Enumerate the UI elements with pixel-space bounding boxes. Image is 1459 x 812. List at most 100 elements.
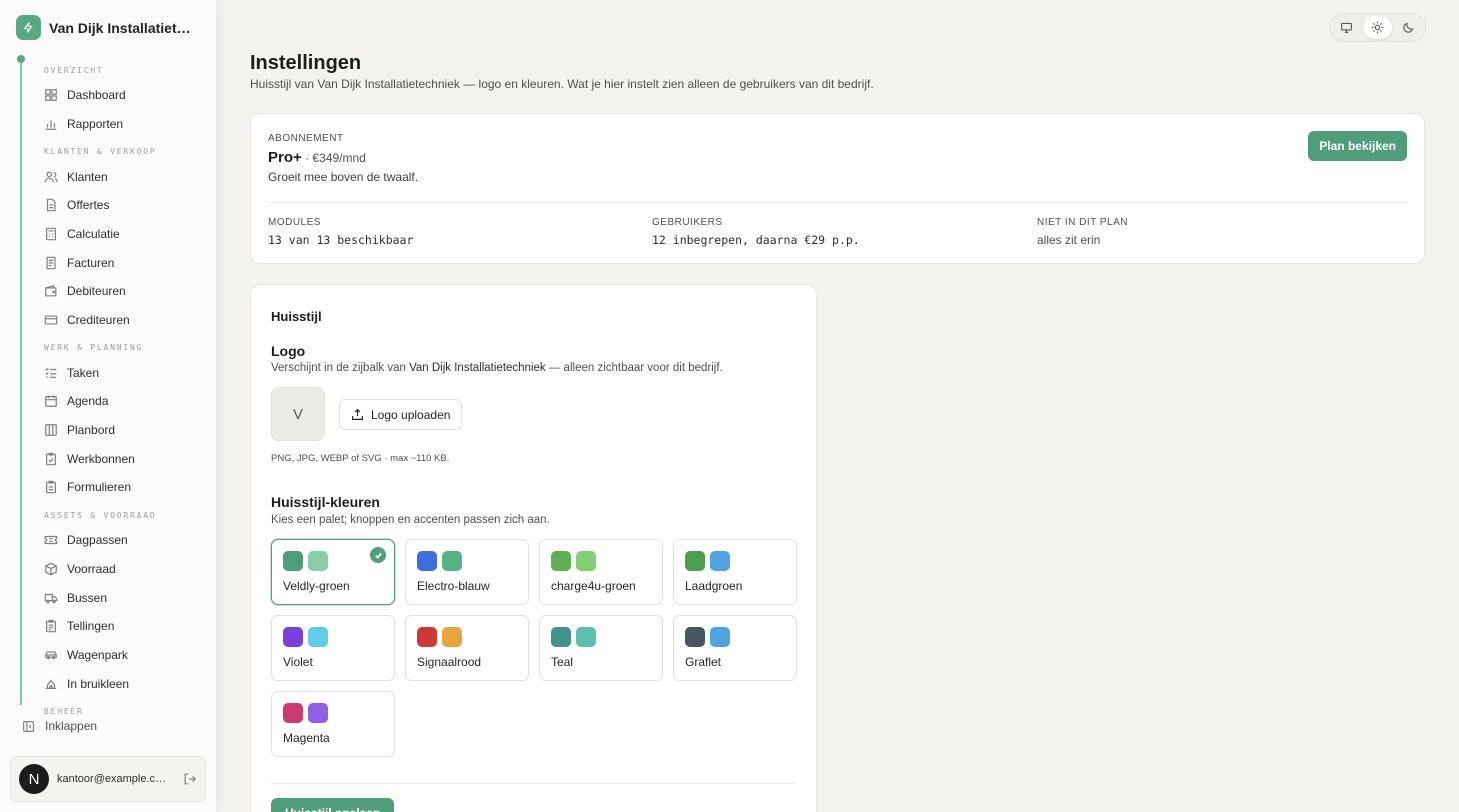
theme-light-button[interactable] [1363,16,1392,39]
theme-dark-button[interactable] [1394,16,1423,39]
user-email: kantoor@example.com [57,773,167,785]
box-icon [45,562,57,576]
palette-option[interactable]: Laadgroen [673,539,797,605]
logo-desc-company: Van Dijk Installatietechniek [409,362,546,374]
stat-label: MODULES [268,217,321,228]
sidebar-item-label: Wagenpark [67,648,128,662]
sidebar-item-label: In bruikleen [67,677,130,691]
car-icon [45,651,57,660]
divider [268,202,1407,203]
collapse-label: Inklappen [45,719,98,733]
board-icon [45,424,57,436]
handover-icon [45,679,57,689]
logo-title: Logo [271,343,306,359]
sidebar-item-klanten[interactable]: Klanten [44,167,108,187]
checkmark-icon [370,547,386,563]
sidebar-item-label: Bussen [67,591,108,605]
palette-option[interactable]: Teal [539,615,663,681]
plan-stat-not-included: NIET IN DIT PLAN alles zit erin [1037,217,1128,247]
logo-preview: V [271,387,325,441]
checklist-icon [45,367,57,378]
sun-icon [1371,21,1384,34]
sidebar-item-label: Klanten [67,170,108,184]
upload-logo-button[interactable]: Logo uploaden [339,399,463,430]
sidebar-item-werkbonnen[interactable]: Werkbonnen [44,449,135,469]
bar-chart-icon [45,120,57,130]
nav-section-overzicht: OVERZICHT [44,66,104,75]
palette-option[interactable]: Graflet [673,615,797,681]
swatch-secondary [576,551,596,571]
logout-icon[interactable] [183,772,197,786]
logo-desc-post: — alleen zichtbaar voor dit bedrijf. [545,362,723,374]
sidebar-item-in-bruikleen[interactable]: In bruikleen [44,674,129,694]
swatch-secondary [308,551,328,571]
sidebar-item-label: Dashboard [67,88,126,102]
page-subtitle: Huisstijl van Van Dijk Installatietechni… [250,77,874,91]
nav-section-klanten: KLANTEN & VERKOOP [44,147,157,156]
grid-icon [45,89,57,101]
user-card[interactable]: N kantoor@example.com [10,756,206,802]
theme-system-button[interactable] [1332,16,1361,39]
sidebar-item-agenda[interactable]: Agenda [44,391,108,411]
palette-option[interactable]: Veldly-groen [271,539,395,605]
plan-name: Pro+ · €349/mnd [268,149,366,166]
sidebar-item-rapporten[interactable]: Rapporten [44,114,123,134]
sidebar-item-voorraad[interactable]: Voorraad [44,559,116,579]
theme-switch [1329,13,1426,42]
divider [271,783,796,784]
palette-option[interactable]: charge4u-groen [539,539,663,605]
sidebar-item-facturen[interactable]: Facturen [44,253,114,273]
palette-name: Graflet [685,655,722,669]
palette-name: Magenta [283,731,330,745]
sidebar-item-offertes[interactable]: Offertes [44,195,109,215]
sidebar-item-label: Planbord [67,423,116,437]
palette-option[interactable]: Electro-blauw [405,539,529,605]
sidebar-item-label: Crediteuren [67,313,130,327]
sidebar-item-label: Rapporten [67,117,124,131]
save-huisstijl-button[interactable]: Huisstijl opslaan [271,798,395,812]
palette-option[interactable]: Signaalrood [405,615,529,681]
logo-description: Verschijnt in de zijbalk van Van Dijk In… [271,362,723,374]
sidebar-item-dashboard[interactable]: Dashboard [44,85,126,105]
swatch-secondary [442,551,462,571]
sidebar-item-label: Taken [67,366,100,380]
palette-option[interactable]: Violet [271,615,395,681]
swatch-primary [685,551,705,571]
sidebar-item-crediteuren[interactable]: Crediteuren [44,310,130,330]
swatch-primary [551,627,571,647]
sidebar-item-label: Voorraad [67,562,116,576]
plan-price: · €349/mnd [301,151,366,165]
nav-section-assets: ASSETS & VOORRAAD [44,511,157,520]
sidebar-item-dagpassen[interactable]: Dagpassen [44,530,128,550]
swatch-primary [417,551,437,571]
swatch-primary [551,551,571,571]
users-icon [44,171,58,183]
sidebar-item-tellingen[interactable]: Tellingen [44,616,114,636]
sidebar-item-label: Werkbonnen [67,452,135,466]
palette-name: Teal [551,655,574,669]
swatch-primary [417,627,437,647]
logo-hint: PNG, JPG, WEBP of SVG · max ~110 KB. [271,453,450,464]
sidebar-item-label: Tellingen [67,619,115,633]
document-icon [46,198,56,212]
view-plan-button[interactable]: Plan bekijken [1308,131,1407,161]
sidebar-item-formulieren[interactable]: Formulieren [44,477,131,497]
sidebar-nav: OVERZICHT Dashboard Rapporten KLANTEN & … [0,0,216,716]
sidebar-item-debiteuren[interactable]: Debiteuren [44,281,126,301]
palette-option[interactable]: Magenta [271,691,395,757]
avatar: N [19,764,49,794]
sidebar-item-planbord[interactable]: Planbord [44,420,115,440]
sidebar-item-wagenpark[interactable]: Wagenpark [44,645,128,665]
sidebar-item-taken[interactable]: Taken [44,363,99,383]
stat-value: 12 inbegrepen, daarna €29 p.p. [652,233,860,247]
sidebar: Van Dijk Installatietechniek OVERZICHT D… [0,0,216,812]
nav-section-beheer: BEHEER [44,707,84,716]
sidebar-item-bussen[interactable]: Bussen [44,588,107,608]
collapse-button[interactable]: Inklappen [22,719,97,733]
swatch-secondary [442,627,462,647]
sidebar-item-calculatie[interactable]: Calculatie [44,224,120,244]
colors-title: Huisstijl-kleuren [271,494,380,510]
huisstijl-title: Huisstijl [271,309,322,324]
ticket-icon [44,535,58,545]
swatch-secondary [576,627,596,647]
